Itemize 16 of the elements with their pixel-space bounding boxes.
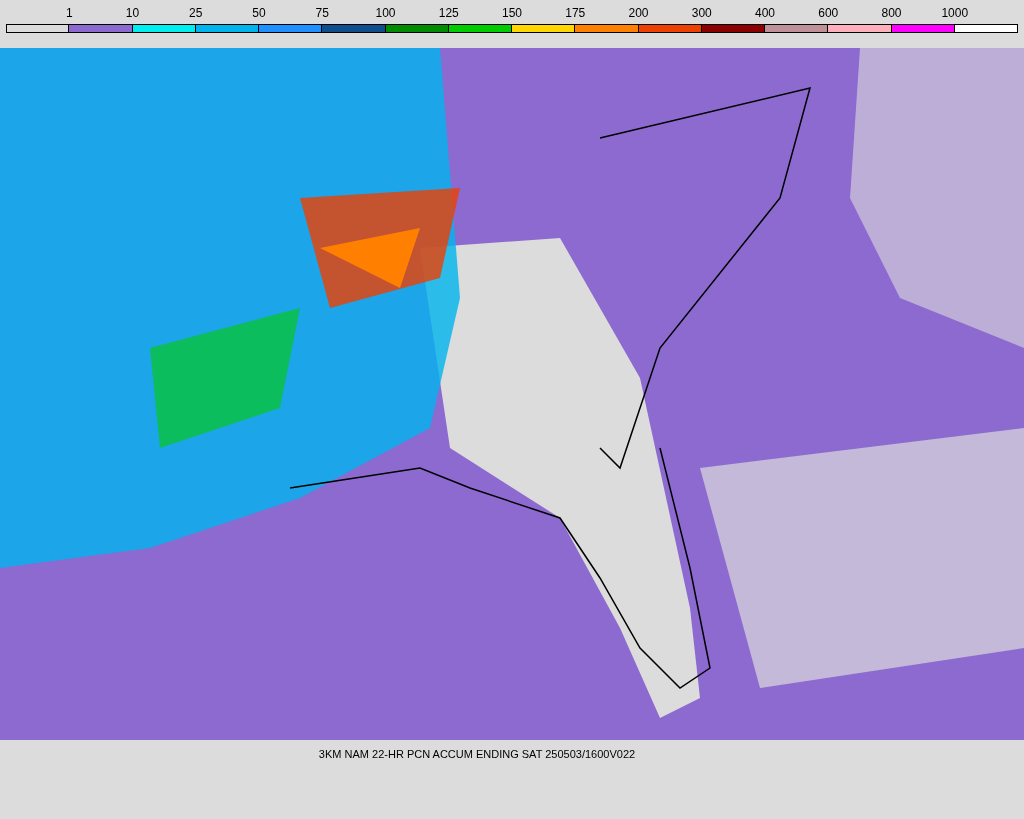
legend-label: 300: [691, 6, 712, 22]
legend-label: 125: [438, 6, 459, 22]
legend-label: 50: [252, 6, 266, 22]
legend-label: 600: [818, 6, 839, 22]
legend-label: 1: [65, 6, 73, 22]
legend-label: 175: [565, 6, 586, 22]
legend-label: 400: [755, 6, 775, 22]
legend-label: 75: [315, 6, 329, 22]
legend-label: 1000: [941, 6, 969, 22]
legend-label: 150: [502, 6, 522, 22]
legend-label: 10: [125, 6, 140, 22]
legend-label: 200: [628, 6, 649, 22]
map-caption: 3KM NAM 22-HR PCN ACCUM ENDING SAT 250503/1600V022: [318, 747, 636, 762]
legend-label: 800: [881, 6, 902, 22]
legend-label: 100: [375, 6, 396, 22]
legend-label: 25: [189, 6, 203, 22]
